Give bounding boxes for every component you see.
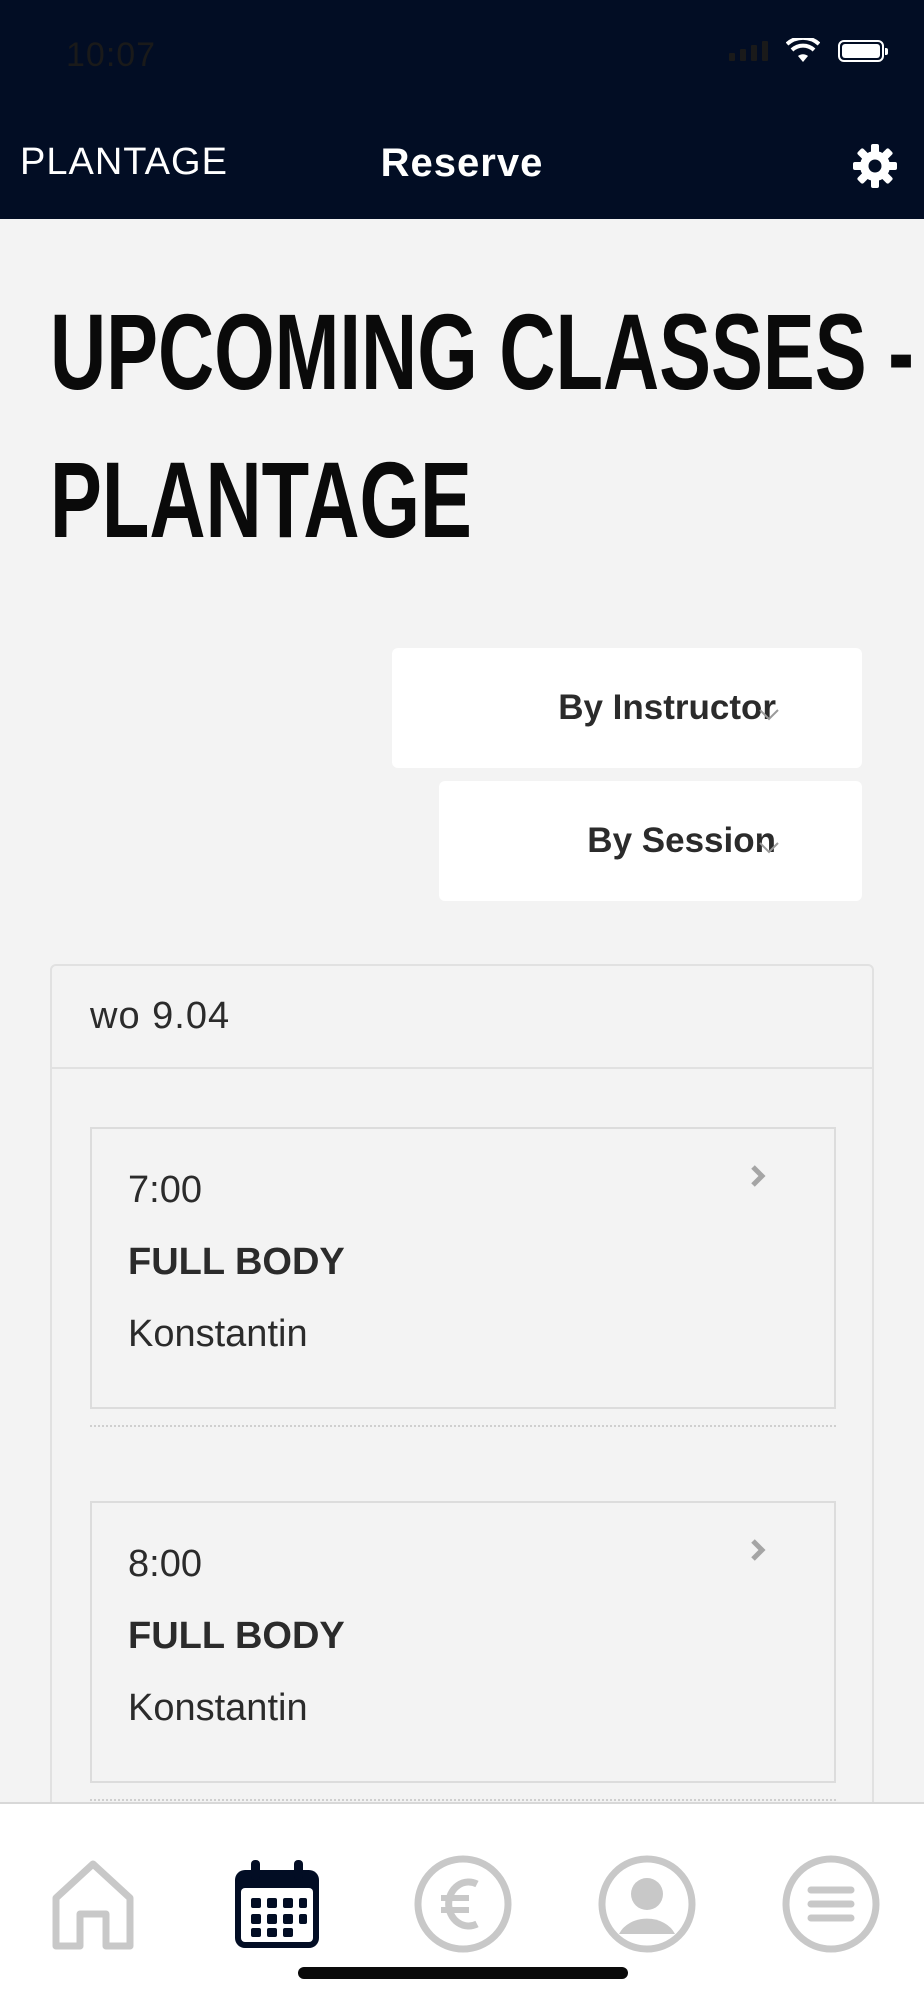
status-indicators — [729, 38, 888, 64]
battery-icon — [838, 40, 888, 62]
status-time: 10:07 — [66, 36, 157, 74]
session-time: 7:00 — [128, 1169, 202, 1211]
session-instructor: Konstantin — [128, 1313, 308, 1355]
chevron-right-icon — [751, 1539, 766, 1561]
tab-pricing[interactable] — [413, 1854, 513, 1954]
tab-profile[interactable] — [597, 1854, 697, 1954]
filter-session-dropdown[interactable]: By Session — [439, 781, 862, 901]
home-indicator[interactable] — [298, 1967, 628, 1979]
page-title-line-1: UPCOMING CLASSES - — [50, 291, 915, 412]
session-name: FULL BODY — [128, 1241, 345, 1283]
session-name: FULL BODY — [128, 1615, 345, 1657]
tab-home[interactable] — [43, 1854, 143, 1954]
tab-schedule[interactable] — [227, 1854, 327, 1954]
session-divider — [90, 1425, 836, 1427]
page-title: UPCOMING CLASSES - PLANTAGE — [50, 278, 915, 574]
filter-instructor-label: By Instructor — [558, 688, 776, 727]
screen-title: Reserve — [380, 141, 544, 185]
filter-instructor-dropdown[interactable]: By Instructor — [392, 648, 862, 768]
profile-icon — [598, 1855, 696, 1953]
chevron-down-icon — [759, 842, 779, 854]
settings-gear-icon[interactable] — [850, 141, 900, 191]
menu-icon — [782, 1855, 880, 1953]
home-icon — [52, 1860, 134, 1950]
tab-menu[interactable] — [781, 1854, 881, 1954]
session-divider — [90, 1799, 836, 1801]
wifi-icon — [786, 38, 820, 62]
cellular-signal-icon — [729, 41, 768, 61]
session-card[interactable]: 8:00 FULL BODY Konstantin — [90, 1501, 836, 1783]
calendar-icon — [235, 1860, 319, 1948]
day-label: wo 9.04 — [90, 995, 231, 1037]
chevron-right-icon — [751, 1165, 766, 1187]
chevron-down-icon — [759, 709, 779, 721]
session-card[interactable]: 7:00 FULL BODY Konstantin — [90, 1127, 836, 1409]
session-instructor: Konstantin — [128, 1687, 308, 1729]
app-header: 10:07 PLANTAGE Reserve — [0, 0, 924, 219]
euro-icon — [414, 1855, 512, 1953]
session-time: 8:00 — [128, 1543, 202, 1585]
filter-session-label: By Session — [587, 821, 776, 860]
day-header: wo 9.04 — [52, 966, 872, 1069]
page-title-line-2: PLANTAGE — [50, 439, 472, 560]
